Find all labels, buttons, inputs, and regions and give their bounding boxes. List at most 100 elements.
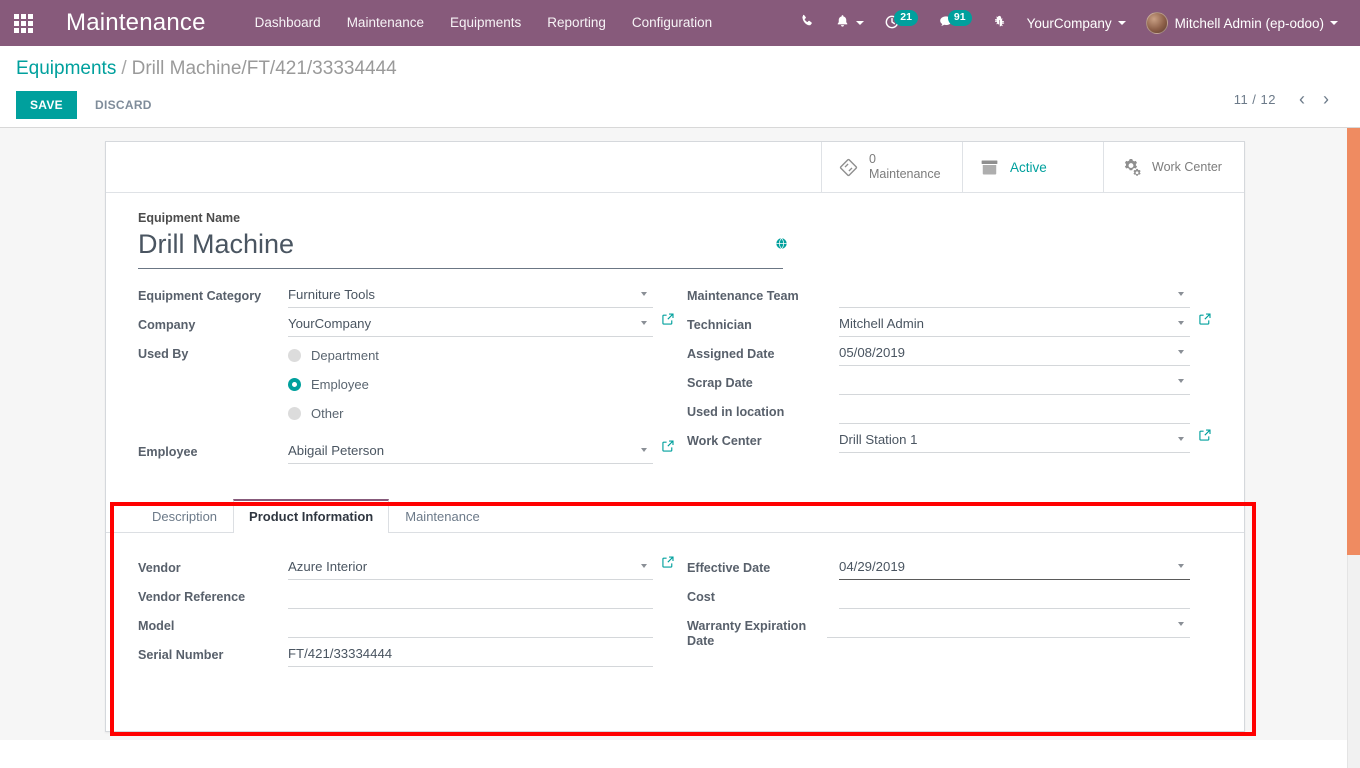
internal-link-icon[interactable] <box>661 439 675 453</box>
field-value-wrap <box>288 312 653 337</box>
stat-maintenance-label: Maintenance <box>869 167 941 181</box>
form-sheet: 0 Maintenance Active Work Center Equipme… <box>105 141 1245 732</box>
warranty-expiration-date-input[interactable] <box>827 613 1190 638</box>
vertical-scrollbar-track[interactable] <box>1347 128 1360 768</box>
field-value-wrap <box>288 642 653 667</box>
internal-link-icon[interactable] <box>1198 312 1212 326</box>
internal-link-icon[interactable] <box>661 312 675 326</box>
field-value-wrap <box>839 399 1190 424</box>
radio-dot-selected-icon <box>288 378 301 391</box>
tab-maintenance[interactable]: Maintenance <box>389 499 495 533</box>
radio-label: Employee <box>311 377 369 392</box>
archive-box-icon <box>979 157 1000 178</box>
vertical-scrollbar-thumb[interactable] <box>1347 128 1360 555</box>
used-in-location-input[interactable] <box>839 399 1190 424</box>
wrench-tag-icon <box>838 157 859 178</box>
vendor-reference-input[interactable] <box>288 584 653 609</box>
field-serial-number: Serial Number <box>138 642 675 670</box>
field-equipment-category: Equipment Category <box>138 283 675 311</box>
menu-item-equipments[interactable]: Equipments <box>437 0 534 46</box>
product-info-column-right: Effective Date Cost <box>675 555 1212 671</box>
technician-input[interactable] <box>839 312 1190 337</box>
equipment-name-label: Equipment Name <box>138 211 241 225</box>
field-model: Model <box>138 613 675 641</box>
effective-date-input[interactable] <box>839 555 1190 580</box>
company-input[interactable] <box>288 312 653 337</box>
field-company: Company <box>138 312 675 340</box>
globe-translate-icon[interactable] <box>775 237 788 253</box>
menu-item-maintenance[interactable]: Maintenance <box>334 0 437 46</box>
debug-button[interactable] <box>982 0 1017 46</box>
field-label: Used in location <box>687 405 785 419</box>
employee-input[interactable] <box>288 439 653 464</box>
serial-number-input[interactable] <box>288 642 653 667</box>
field-cost: Cost <box>687 584 1212 612</box>
apps-menu-button[interactable] <box>0 0 46 46</box>
radio-option-employee[interactable]: Employee <box>288 370 653 399</box>
form-column-right: Maintenance Team Technician Mitchell Adm… <box>675 283 1212 468</box>
menu-item-reporting[interactable]: Reporting <box>534 0 619 46</box>
field-label: Maintenance Team <box>687 289 799 303</box>
stat-button-maintenance[interactable]: 0 Maintenance <box>821 142 962 192</box>
breadcrumb-item-current: Drill Machine/FT/421/33334444 <box>131 58 397 79</box>
stat-button-box: 0 Maintenance Active Work Center <box>106 142 1244 193</box>
field-value-wrap <box>288 613 653 638</box>
discard-button[interactable]: DISCARD <box>81 91 166 119</box>
radio-option-other[interactable]: Other <box>288 399 653 428</box>
company-switcher[interactable]: YourCompany <box>1017 0 1136 46</box>
stat-button-active[interactable]: Active <box>962 142 1103 192</box>
main-menu: Dashboard Maintenance Equipments Reporti… <box>242 0 726 46</box>
field-used-in-location: Used in location <box>687 399 1212 427</box>
activity-counter-button[interactable]: 21 <box>874 0 928 46</box>
equipment-category-input[interactable] <box>288 283 653 308</box>
scrap-date-input[interactable] <box>839 370 1190 395</box>
equipment-name-input[interactable] <box>138 227 783 269</box>
messages-button[interactable]: 91 <box>928 0 982 46</box>
menu-item-configuration[interactable]: Configuration <box>619 0 725 46</box>
field-value-wrap <box>839 370 1190 395</box>
field-label: Employee <box>138 445 198 459</box>
field-label: Vendor <box>138 561 181 575</box>
maintenance-team-input[interactable] <box>839 283 1190 308</box>
field-value-wrap <box>288 584 653 609</box>
user-menu[interactable]: Mitchell Admin (ep-odoo) <box>1136 0 1348 46</box>
cost-input[interactable] <box>839 584 1190 609</box>
breadcrumb-item-equipments[interactable]: Equipments <box>16 58 116 79</box>
tab-product-information[interactable]: Product Information <box>233 499 390 533</box>
work-center-input[interactable] <box>839 428 1190 453</box>
form-body: Equipment Name Equipment Category <box>106 193 1244 478</box>
menu-item-dashboard[interactable]: Dashboard <box>242 0 334 46</box>
activity-count-badge: 21 <box>894 9 918 27</box>
activity-bell-button[interactable] <box>825 0 874 46</box>
tab-description[interactable]: Description <box>136 499 233 533</box>
form-columns: Equipment Category Company <box>138 283 1212 468</box>
field-label: Company <box>138 318 196 332</box>
app-brand-title[interactable]: Maintenance <box>46 9 224 37</box>
stat-button-maintenance-text: 0 Maintenance <box>869 152 941 182</box>
chevron-down-icon <box>1117 21 1126 25</box>
row-spacer <box>138 429 675 439</box>
field-value-wrap <box>839 428 1190 453</box>
internal-link-icon[interactable] <box>1198 428 1212 442</box>
field-label: Warranty Expiration Date <box>687 619 807 648</box>
assigned-date-input[interactable] <box>839 341 1190 366</box>
field-label: Effective Date <box>687 561 771 575</box>
stat-button-work-center[interactable]: Work Center <box>1103 142 1244 192</box>
breadcrumb: Equipments / Drill Machine/FT/421/33334444 <box>16 56 1344 82</box>
vendor-input[interactable] <box>288 555 653 580</box>
field-label: Vendor Reference <box>138 590 246 604</box>
model-input[interactable] <box>288 613 653 638</box>
used-by-radio-group: Department Employee Other <box>288 341 653 428</box>
pager-previous-icon[interactable]: ‹ <box>1290 90 1314 108</box>
field-label: Used By <box>138 347 189 361</box>
field-label: Model <box>138 619 175 633</box>
messages-count-badge: 91 <box>947 9 972 27</box>
radio-option-department[interactable]: Department <box>288 341 653 370</box>
notebook-tabs: Description Product Information Maintena… <box>106 498 1244 533</box>
field-label: Serial Number <box>138 648 224 662</box>
phone-button[interactable] <box>790 0 825 46</box>
save-button[interactable]: SAVE <box>16 91 77 119</box>
pager-next-icon[interactable]: › <box>1314 90 1338 108</box>
internal-link-icon[interactable] <box>661 555 675 569</box>
field-assigned-date: Assigned Date <box>687 341 1212 369</box>
